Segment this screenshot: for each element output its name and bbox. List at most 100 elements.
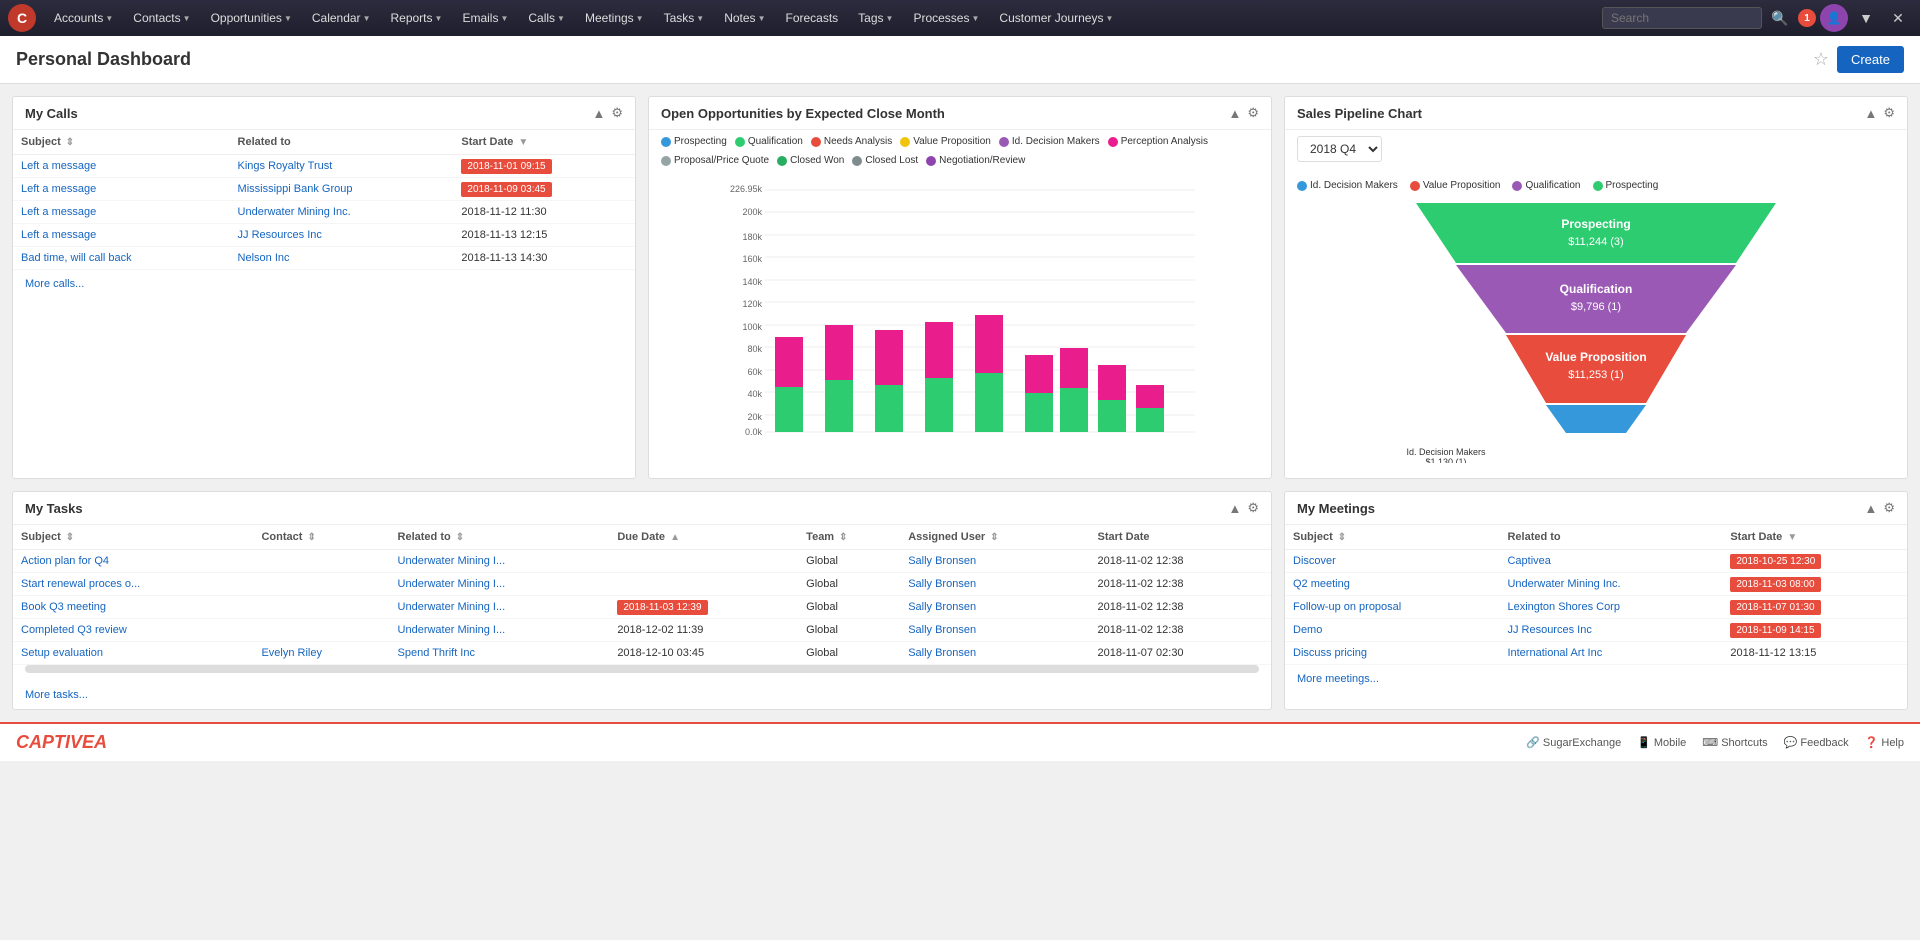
create-button[interactable]: Create: [1837, 46, 1904, 73]
pipeline-panel-controls: ▲ ⚙: [1864, 105, 1895, 121]
call-related-link[interactable]: JJ Resources Inc: [238, 229, 322, 241]
meetings-col-date: Start Date ▼: [1722, 525, 1907, 550]
tasks-scrollbar[interactable]: [25, 665, 1259, 673]
nav-calls[interactable]: Calls ▼: [520, 7, 573, 29]
nav-customer-journeys[interactable]: Customer Journeys ▼: [991, 7, 1121, 29]
opps-legend-item: Prospecting: [661, 136, 727, 147]
meetings-settings-btn[interactable]: ⚙: [1883, 500, 1895, 516]
nav-accounts[interactable]: Accounts ▼: [46, 7, 121, 29]
task-related-link[interactable]: Spend Thrift Inc: [398, 647, 475, 659]
meeting-subject-link[interactable]: Demo: [1293, 624, 1322, 636]
tasks-col-due: Due Date ▲: [609, 525, 798, 550]
call-subject-link[interactable]: Bad time, will call back: [21, 252, 132, 264]
window-close-icon[interactable]: ✕: [1884, 4, 1912, 32]
task-related-link[interactable]: Underwater Mining I...: [398, 578, 506, 590]
quarter-dropdown[interactable]: 2018 Q4 2018 Q3 2018 Q2 2018 Q1: [1297, 136, 1382, 162]
overdue-date: 2018-11-09 03:45: [461, 182, 551, 197]
call-subject-link[interactable]: Left a message: [21, 160, 96, 172]
top-navigation: C Accounts ▼ Contacts ▼ Opportunities ▼ …: [0, 0, 1920, 36]
call-related-link[interactable]: Nelson Inc: [238, 252, 290, 264]
task-user-link[interactable]: Sally Bronsen: [908, 624, 976, 636]
legend-color-dot: [777, 156, 787, 166]
meeting-subject-link[interactable]: Discover: [1293, 555, 1336, 567]
task-user-link[interactable]: Sally Bronsen: [908, 647, 976, 659]
nav-notes[interactable]: Notes ▼: [716, 7, 773, 29]
call-subject-link[interactable]: Left a message: [21, 229, 96, 241]
tasks-table-row: Action plan for Q4 Underwater Mining I..…: [13, 550, 1271, 573]
task-subject-link[interactable]: Action plan for Q4: [21, 555, 109, 567]
nav-processes[interactable]: Processes ▼: [905, 7, 987, 29]
task-related-link[interactable]: Underwater Mining I...: [398, 555, 506, 567]
nav-tags[interactable]: Tags ▼: [850, 7, 901, 29]
favorite-star[interactable]: ☆: [1813, 49, 1829, 70]
pipeline-collapse-btn[interactable]: ▲: [1864, 106, 1877, 121]
footer-link-label: Help: [1881, 737, 1904, 749]
task-user-link[interactable]: Sally Bronsen: [908, 555, 976, 567]
app-logo[interactable]: C: [8, 4, 36, 32]
search-input[interactable]: [1602, 7, 1762, 29]
meeting-related-link[interactable]: International Art Inc: [1507, 647, 1602, 659]
task-contact-link[interactable]: Evelyn Riley: [261, 647, 322, 659]
tasks-table: Subject ⇕ Contact ⇕ Related to ⇕ Due Dat…: [13, 525, 1271, 665]
task-related-link[interactable]: Underwater Mining I...: [398, 601, 506, 613]
opps-bar-chart: 226.95k 200k 180k 160k 140k 120k 100k 80…: [657, 180, 1263, 440]
legend-color-dot: [811, 137, 821, 147]
nav-forecasts[interactable]: Forecasts: [777, 7, 846, 29]
overdue-due-date: 2018-11-03 12:39: [617, 600, 707, 615]
calls-settings-btn[interactable]: ⚙: [611, 105, 623, 121]
opps-legend-item: Id. Decision Makers: [999, 136, 1100, 147]
meetings-more-link[interactable]: More meetings...: [1285, 665, 1907, 693]
opps-collapse-btn[interactable]: ▲: [1228, 106, 1241, 121]
task-user-link[interactable]: Sally Bronsen: [908, 578, 976, 590]
call-subject-link[interactable]: Left a message: [21, 183, 96, 195]
calls-collapse-btn[interactable]: ▲: [592, 106, 605, 121]
footer-link-help[interactable]: ❓Help: [1865, 736, 1904, 749]
call-related-link[interactable]: Underwater Mining Inc.: [238, 206, 351, 218]
user-menu-arrow[interactable]: ▼: [1852, 4, 1880, 32]
opps-settings-btn[interactable]: ⚙: [1247, 105, 1259, 121]
nav-emails[interactable]: Emails ▼: [454, 7, 516, 29]
notification-badge[interactable]: 1: [1798, 9, 1816, 27]
meeting-subject-link[interactable]: Discuss pricing: [1293, 647, 1367, 659]
pipeline-settings-btn[interactable]: ⚙: [1883, 105, 1895, 121]
task-user-link[interactable]: Sally Bronsen: [908, 601, 976, 613]
tasks-settings-btn[interactable]: ⚙: [1247, 500, 1259, 516]
task-related-link[interactable]: Underwater Mining I...: [398, 624, 506, 636]
task-subject-link[interactable]: Start renewal proces o...: [21, 578, 140, 590]
nav-meetings[interactable]: Meetings ▼: [577, 7, 652, 29]
meeting-related-link[interactable]: Lexington Shores Corp: [1507, 601, 1620, 613]
meetings-collapse-btn[interactable]: ▲: [1864, 501, 1877, 516]
nav-opportunities[interactable]: Opportunities ▼: [203, 7, 300, 29]
meeting-related-link[interactable]: JJ Resources Inc: [1507, 624, 1591, 636]
task-subject-link[interactable]: Book Q3 meeting: [21, 601, 106, 613]
footer-link-mobile[interactable]: 📱Mobile: [1637, 736, 1686, 749]
legend-color-dot: [999, 137, 1009, 147]
nav-calendar[interactable]: Calendar ▼: [304, 7, 379, 29]
task-subject-link[interactable]: Setup evaluation: [21, 647, 103, 659]
meeting-related-link[interactable]: Captivea: [1507, 555, 1550, 567]
search-icon[interactable]: 🔍: [1766, 4, 1794, 32]
meeting-subject-link[interactable]: Follow-up on proposal: [1293, 601, 1401, 613]
footer-link-feedback[interactable]: 💬Feedback: [1784, 736, 1849, 749]
svg-text:100k: 100k: [742, 322, 762, 332]
tasks-more-link[interactable]: More tasks...: [13, 681, 1271, 709]
footer-link-shortcuts[interactable]: ⌨Shortcuts: [1702, 736, 1767, 749]
legend-label: Negotiation/Review: [939, 155, 1025, 166]
nav-tasks[interactable]: Tasks ▼: [656, 7, 713, 29]
meeting-subject-link[interactable]: Q2 meeting: [1293, 578, 1350, 590]
calls-panel-title: My Calls: [25, 106, 78, 121]
call-subject-link[interactable]: Left a message: [21, 206, 96, 218]
nav-reports[interactable]: Reports ▼: [382, 7, 450, 29]
task-subject-link[interactable]: Completed Q3 review: [21, 624, 127, 636]
user-avatar[interactable]: 👤: [1820, 4, 1848, 32]
call-related-link[interactable]: Kings Royalty Trust: [238, 160, 333, 172]
svg-text:Id. Decision Makers: Id. Decision Makers: [1406, 447, 1486, 457]
footer-link-sugarexchange[interactable]: 🔗SugarExchange: [1526, 736, 1621, 749]
meeting-related-link[interactable]: Underwater Mining Inc.: [1507, 578, 1620, 590]
calls-more-link[interactable]: More calls...: [13, 270, 635, 298]
call-related-link[interactable]: Mississippi Bank Group: [238, 183, 353, 195]
tasks-collapse-btn[interactable]: ▲: [1228, 501, 1241, 516]
footer-link-label: SugarExchange: [1543, 737, 1621, 749]
svg-text:80k: 80k: [747, 344, 762, 354]
nav-contacts[interactable]: Contacts ▼: [125, 7, 198, 29]
